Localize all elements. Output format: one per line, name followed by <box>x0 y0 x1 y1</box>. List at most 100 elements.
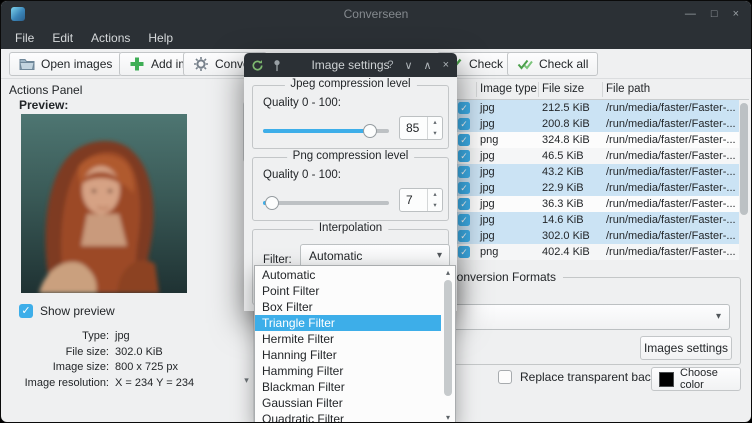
menu-help[interactable]: Help <box>139 29 182 47</box>
close-icon[interactable]: × <box>733 8 739 20</box>
menu-actions[interactable]: Actions <box>82 29 139 47</box>
dropdown-item[interactable]: Blackman Filter <box>255 379 441 395</box>
chevron-down-icon: ▾ <box>716 305 721 329</box>
filter-dropdown-popup: AutomaticPoint FilterBox FilterTriangle … <box>254 265 456 423</box>
dropdown-item[interactable]: Gaussian Filter <box>255 395 441 411</box>
info-type-value: jpg <box>115 329 130 345</box>
dropdown-item[interactable]: Hermite Filter <box>255 331 441 347</box>
filter-dropdown-list: AutomaticPoint FilterBox FilterTriangle … <box>255 267 441 423</box>
dropdown-item[interactable]: Triangle Filter <box>255 315 441 331</box>
dropdown-item[interactable]: Point Filter <box>255 283 441 299</box>
choose-color-button[interactable]: Choose color <box>651 367 741 391</box>
shade-icon[interactable]: ∨ <box>404 59 412 72</box>
row-checkbox[interactable] <box>458 246 470 258</box>
conversion-formats-title: Conversion Formats <box>441 270 563 284</box>
converseen-window: Converseen — □ × File Edit Actions Help … <box>0 0 752 423</box>
cell-file-size: 324.8 KiB <box>542 132 590 148</box>
jpeg-slider-handle[interactable] <box>363 124 377 138</box>
row-checkbox[interactable] <box>458 150 470 162</box>
chevron-down-icon: ▾ <box>437 245 442 267</box>
dialog-close-icon[interactable]: × <box>443 59 449 71</box>
info-resolution-value: X = 234 Y = 234 <box>115 376 194 392</box>
jpeg-quality-spinbox[interactable]: 85 ▴ ▾ <box>399 116 443 140</box>
panel-scroll-down-icon[interactable]: ▾ <box>240 375 253 386</box>
row-checkbox[interactable] <box>458 230 470 242</box>
row-checkbox[interactable] <box>458 134 470 146</box>
gear-icon <box>193 56 209 72</box>
row-checkbox[interactable] <box>458 198 470 210</box>
cell-file-size: 402.4 KiB <box>542 244 590 260</box>
scroll-down-icon[interactable]: ▾ <box>442 413 454 422</box>
dropdown-scrollbar-thumb[interactable] <box>444 280 452 396</box>
info-imagesize-label: Image size: <box>11 360 109 376</box>
image-info: Type: jpg File size: 302.0 KiB Image size:… <box>11 329 239 391</box>
png-quality-slider[interactable] <box>263 196 389 210</box>
header-separator <box>476 82 477 97</box>
png-quality-spinbox[interactable]: 7 ▴ ▾ <box>399 188 443 212</box>
help-icon[interactable]: ? <box>387 59 393 71</box>
png-quality-label: Quality 0 - 100: <box>263 169 341 181</box>
info-filesize-value: 302.0 KiB <box>115 345 163 361</box>
row-checkbox[interactable] <box>458 118 470 130</box>
check-label: Check <box>469 57 503 71</box>
titlebar: Converseen — □ × <box>1 1 751 27</box>
info-imagesize-value: 800 x 725 px <box>115 360 178 376</box>
cell-file-size: 302.0 KiB <box>542 228 590 244</box>
row-checkbox[interactable] <box>458 166 470 178</box>
cell-image-type: jpg <box>480 228 495 244</box>
row-checkbox[interactable] <box>458 102 470 114</box>
minimize-icon[interactable]: — <box>685 8 696 20</box>
dropdown-scrollbar[interactable]: ▴ ▾ <box>442 268 454 422</box>
jpeg-quality-value: 85 <box>400 117 427 139</box>
jpeg-quality-slider[interactable] <box>263 124 389 138</box>
dropdown-item[interactable]: Hanning Filter <box>255 347 441 363</box>
images-settings-button[interactable]: Images settings <box>640 336 732 360</box>
spin-up-icon[interactable]: ▴ <box>428 189 442 200</box>
menu-edit[interactable]: Edit <box>43 29 82 47</box>
open-images-button[interactable]: Open images <box>9 52 122 76</box>
cell-file-size: 14.6 KiB <box>542 212 584 228</box>
maximize-icon[interactable]: □ <box>711 8 718 20</box>
pin-icon[interactable] <box>271 59 283 72</box>
dialog-titlebar[interactable]: Image settings ? ∨ ∧ × <box>244 53 457 77</box>
dropdown-item[interactable]: Quadratic Filter <box>255 411 441 423</box>
cell-file-path: /run/media/faster/Faster-... <box>606 228 738 244</box>
spin-up-icon[interactable]: ▴ <box>428 117 442 128</box>
menubar: File Edit Actions Help <box>1 27 751 49</box>
cell-file-path: /run/media/faster/Faster-... <box>606 180 738 196</box>
table-scrollbar[interactable] <box>739 100 749 260</box>
scroll-up-icon[interactable]: ▴ <box>442 268 454 277</box>
cell-file-path: /run/media/faster/Faster-... <box>606 100 738 116</box>
dropdown-item[interactable]: Hamming Filter <box>255 363 441 379</box>
info-type-label: Type: <box>11 329 109 345</box>
row-checkbox[interactable] <box>458 214 470 226</box>
row-checkbox[interactable] <box>458 182 470 194</box>
png-slider-handle[interactable] <box>265 196 279 210</box>
replace-transparent-checkbox[interactable] <box>498 370 512 384</box>
show-preview-checkbox[interactable] <box>19 304 33 318</box>
actions-panel-title: Actions Panel <box>9 83 82 97</box>
cell-image-type: jpg <box>480 212 495 228</box>
png-group-title: Png compression level <box>287 150 415 162</box>
preview-image <box>21 114 187 293</box>
dropdown-item[interactable]: Box Filter <box>255 299 441 315</box>
add-icon <box>129 56 145 72</box>
column-file-path[interactable]: File path <box>606 79 650 100</box>
unshade-icon[interactable]: ∧ <box>424 59 432 72</box>
check-all-button[interactable]: Check all <box>507 52 598 76</box>
spin-down-icon[interactable]: ▾ <box>428 128 442 139</box>
table-scrollbar-thumb[interactable] <box>740 103 748 215</box>
info-filesize-label: File size: <box>11 345 109 361</box>
dropdown-item[interactable]: Automatic <box>255 267 441 283</box>
jpeg-slider-fill <box>263 129 370 133</box>
column-file-size[interactable]: File size <box>542 79 584 100</box>
preview-label: Preview: <box>19 98 68 112</box>
refresh-icon[interactable] <box>251 59 264 72</box>
spin-down-icon[interactable]: ▾ <box>428 200 442 211</box>
menu-file[interactable]: File <box>6 29 43 47</box>
column-image-type[interactable]: Image type <box>480 79 537 100</box>
cell-file-path: /run/media/faster/Faster-... <box>606 164 738 180</box>
images-settings-label: Images settings <box>644 341 728 355</box>
show-preview-label: Show preview <box>40 304 115 318</box>
info-resolution-label: Image resolution: <box>11 376 109 392</box>
